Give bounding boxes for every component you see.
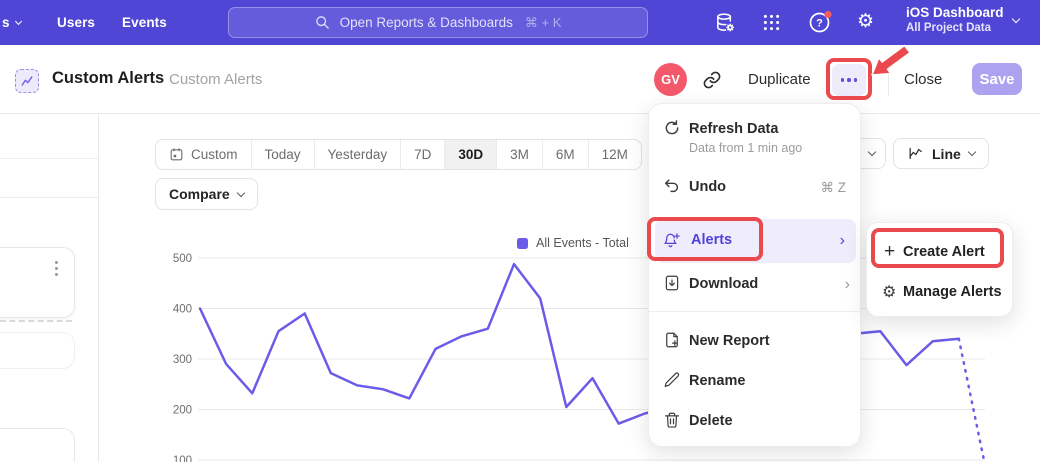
- project-switcher[interactable]: iOS Dashboard All Project Data: [906, 5, 1004, 34]
- apps-grid-icon[interactable]: [761, 12, 782, 33]
- sidebar-row-divider: [0, 158, 98, 159]
- more-options-button[interactable]: [832, 64, 866, 96]
- svg-text:300: 300: [173, 354, 192, 366]
- menu-item-undo[interactable]: Undo ⌘ Z: [649, 169, 862, 209]
- delete-trash-icon: [663, 411, 681, 429]
- refresh-icon: [663, 119, 681, 137]
- manage-gear-icon: ⚙: [882, 282, 896, 302]
- svg-text:200: 200: [173, 405, 192, 417]
- search-icon: [315, 15, 330, 30]
- settings-gear-icon[interactable]: ⚙: [857, 10, 874, 33]
- range-today[interactable]: Today: [252, 140, 315, 169]
- nav-item-users[interactable]: Users: [57, 0, 95, 45]
- help-icon[interactable]: ?: [808, 9, 834, 35]
- chart-type-label: Line: [932, 146, 961, 162]
- chevron-down-icon: [236, 188, 244, 196]
- alert-bell-icon: [663, 232, 681, 250]
- nav-item-partial-label: s: [2, 15, 10, 30]
- chevron-down-icon: [1012, 15, 1020, 23]
- chart-type-button[interactable]: Line: [893, 138, 989, 169]
- range-6m[interactable]: 6M: [543, 140, 589, 169]
- header-divider: [888, 64, 889, 96]
- new-report-icon: [663, 331, 681, 349]
- sidebar-row-divider: [0, 197, 98, 198]
- nav-item-partial[interactable]: s: [2, 0, 21, 45]
- search-placeholder: Open Reports & Dashboards: [340, 15, 513, 30]
- notification-dot: [824, 11, 831, 18]
- svg-text:100: 100: [173, 455, 192, 462]
- search-input[interactable]: Open Reports & Dashboards ⌘ + K: [228, 7, 648, 38]
- board-icon: [15, 69, 39, 93]
- duplicate-button[interactable]: Duplicate: [748, 71, 811, 88]
- nav-item-events[interactable]: Events: [122, 0, 167, 45]
- close-button[interactable]: Close: [904, 71, 942, 88]
- svg-text:?: ?: [816, 18, 823, 30]
- svg-text:400: 400: [173, 304, 192, 316]
- chevron-down-icon: [968, 148, 976, 156]
- breadcrumb: Custom Alerts: [169, 71, 262, 88]
- plus-icon: +: [884, 241, 895, 263]
- range-12m[interactable]: 12M: [589, 140, 641, 169]
- project-name: iOS Dashboard: [906, 5, 1004, 20]
- submenu-item-create-alert[interactable]: + Create Alert: [867, 233, 1014, 273]
- chevron-right-icon: ›: [840, 233, 845, 249]
- date-range-control: Custom Today Yesterday 7D 30D 3M 6M 12M: [155, 139, 642, 170]
- more-options-menu: Refresh Data Data from 1 min ago Undo ⌘ …: [648, 103, 861, 447]
- range-label: Custom: [191, 147, 238, 162]
- menu-item-delete[interactable]: Delete: [649, 402, 862, 442]
- rename-pencil-icon: [663, 371, 681, 389]
- report-header: Custom Alerts Custom Alerts GV Duplicate…: [0, 45, 1040, 114]
- download-icon: [663, 274, 681, 292]
- data-management-icon[interactable]: [714, 11, 736, 34]
- range-custom[interactable]: Custom: [156, 140, 252, 169]
- range-3m[interactable]: 3M: [497, 140, 543, 169]
- page-title: Custom Alerts: [52, 69, 164, 88]
- range-30d-selected[interactable]: 30D: [445, 140, 497, 169]
- share-link-icon[interactable]: [702, 70, 722, 90]
- search-shortcut: ⌘ + K: [525, 15, 562, 31]
- svg-text:500: 500: [173, 253, 192, 265]
- app-root: s Users Events Open Reports & Dashboards…: [0, 0, 1040, 462]
- compare-label: Compare: [169, 186, 230, 202]
- menu-item-rename[interactable]: Rename: [649, 362, 862, 402]
- menu-item-refresh-data[interactable]: Refresh Data Data from 1 min ago: [649, 112, 862, 160]
- chevron-down-icon: [868, 148, 876, 156]
- chevron-right-icon: ›: [845, 277, 850, 293]
- save-button[interactable]: Save: [972, 63, 1022, 95]
- menu-item-download[interactable]: Download ›: [649, 266, 862, 306]
- calendar-icon: [169, 147, 184, 162]
- avatar[interactable]: GV: [654, 63, 687, 96]
- undo-icon: [663, 177, 681, 195]
- top-nav: s Users Events Open Reports & Dashboards…: [0, 0, 1040, 45]
- menu-divider: [649, 311, 862, 312]
- alerts-submenu: + Create Alert ⚙ Manage Alerts: [866, 222, 1013, 317]
- project-scope: All Project Data: [906, 22, 1004, 34]
- chevron-down-icon: [15, 17, 22, 24]
- submenu-item-manage-alerts[interactable]: ⚙ Manage Alerts: [867, 273, 1014, 313]
- menu-item-new-report[interactable]: New Report: [649, 322, 862, 362]
- range-7d[interactable]: 7D: [401, 140, 445, 169]
- range-yesterday[interactable]: Yesterday: [315, 140, 402, 169]
- menu-item-alerts[interactable]: Alerts ›: [655, 219, 856, 263]
- line-chart-icon: [907, 145, 924, 162]
- compare-button[interactable]: Compare: [155, 178, 258, 210]
